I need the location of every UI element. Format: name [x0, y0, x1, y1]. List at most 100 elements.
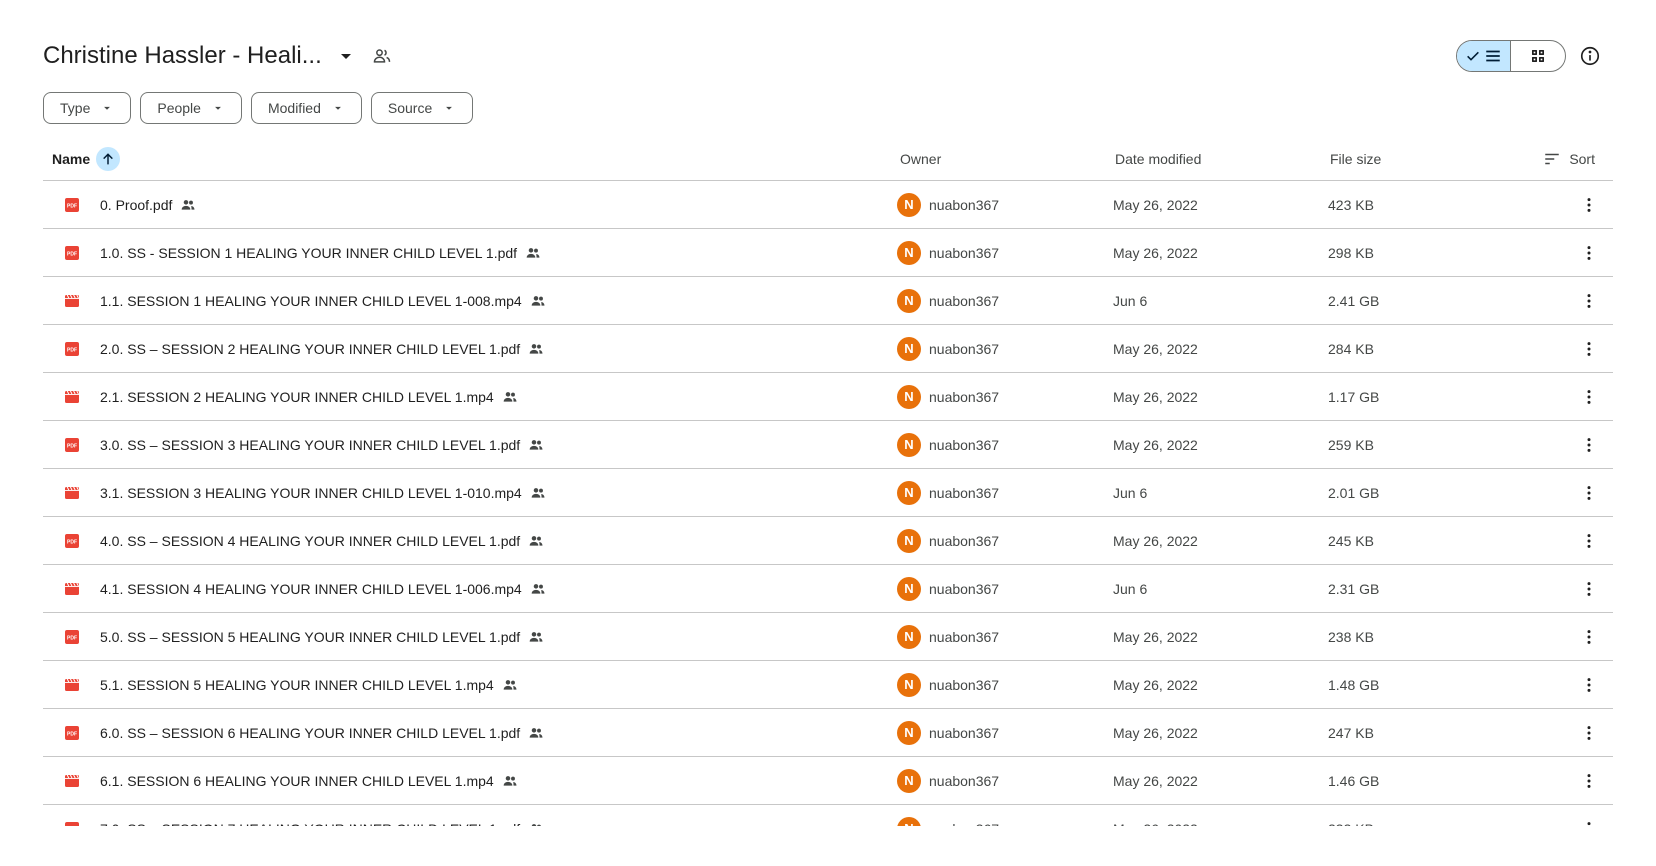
file-size-cell: 1.46 GB [1328, 772, 1380, 789]
info-icon[interactable] [1576, 42, 1604, 70]
avatar[interactable]: N [897, 528, 921, 553]
filter-modified-chip[interactable]: Modified [250, 92, 362, 124]
column-file-size-header[interactable]: File size [1330, 138, 1381, 180]
file-row[interactable]: PDF 1.0. SS - SESSION 1 HEALING YOUR INN… [43, 229, 1613, 277]
more-actions-icon[interactable] [1575, 479, 1603, 507]
owner-cell: N nuabon367 [897, 325, 999, 372]
sort-ascending-icon[interactable] [96, 147, 121, 171]
video-file-icon [64, 485, 80, 501]
filter-type-chip[interactable]: Type [43, 92, 132, 124]
date-modified-cell: May 26, 2022 [1113, 628, 1198, 645]
file-row[interactable]: PDF 6.0. SS – SESSION 6 HEALING YOUR INN… [43, 709, 1613, 757]
arrow-drop-down-icon[interactable] [334, 44, 358, 68]
more-actions-icon[interactable] [1575, 239, 1603, 267]
date-modified-cell: Jun 6 [1113, 292, 1148, 309]
avatar[interactable]: N [897, 384, 921, 409]
date-modified-cell: Jun 6 [1113, 580, 1148, 597]
file-name: 0. Proof.pdf [100, 196, 173, 213]
owner-name: nuabon367 [929, 196, 1000, 213]
pdf-file-icon: PDF [64, 725, 80, 741]
owner-cell: N nuabon367 [897, 469, 999, 516]
owner-name: nuabon367 [929, 244, 1000, 261]
filter-label: Type [60, 100, 91, 116]
file-row[interactable]: 2.1. SESSION 2 HEALING YOUR INNER CHILD … [43, 373, 1613, 421]
file-row[interactable]: PDF 0. Proof.pdf N nuabon367 May 26, 202… [43, 181, 1613, 229]
owner-name: nuabon367 [929, 292, 1000, 309]
file-row[interactable]: PDF 4.0. SS – SESSION 4 HEALING YOUR INN… [43, 517, 1613, 565]
file-row[interactable]: 1.1. SESSION 1 HEALING YOUR INNER CHILD … [43, 277, 1613, 325]
file-row[interactable]: PDF 2.0. SS – SESSION 2 HEALING YOUR INN… [43, 325, 1613, 373]
file-row[interactable]: PDF 5.0. SS – SESSION 5 HEALING YOUR INN… [43, 613, 1613, 661]
more-actions-icon[interactable] [1575, 815, 1603, 826]
avatar[interactable]: N [897, 720, 921, 745]
file-name-cell: 6.0. SS – SESSION 6 HEALING YOUR INNER C… [100, 709, 544, 756]
shared-people-icon [530, 485, 546, 501]
video-file-icon [64, 677, 80, 693]
more-actions-icon[interactable] [1575, 431, 1603, 459]
file-row[interactable]: PDF 3.0. SS – SESSION 3 HEALING YOUR INN… [43, 421, 1613, 469]
file-name-cell: 7.0. SS – SESSION 7 HEALING YOUR INNER C… [100, 805, 544, 826]
more-actions-icon[interactable] [1575, 191, 1603, 219]
file-name: 1.0. SS - SESSION 1 HEALING YOUR INNER C… [100, 244, 518, 261]
more-actions-icon[interactable] [1575, 527, 1603, 555]
more-actions-icon[interactable] [1575, 671, 1603, 699]
avatar[interactable]: N [897, 624, 921, 649]
pdf-file-icon: PDF [64, 341, 80, 357]
more-actions-icon[interactable] [1575, 383, 1603, 411]
more-actions-icon[interactable] [1575, 767, 1603, 795]
shared-people-icon [530, 293, 546, 309]
more-actions-icon[interactable] [1575, 335, 1603, 363]
owner-cell: N nuabon367 [897, 565, 999, 612]
file-row[interactable]: 4.1. SESSION 4 HEALING YOUR INNER CHILD … [43, 565, 1613, 613]
column-name-header[interactable]: Name [52, 138, 121, 180]
more-actions-icon[interactable] [1575, 575, 1603, 603]
avatar[interactable]: N [897, 768, 921, 793]
avatar[interactable]: N [897, 432, 921, 457]
pdf-file-icon: PDF [64, 629, 80, 645]
date-modified-cell: May 26, 2022 [1113, 340, 1198, 357]
svg-text:PDF: PDF [67, 443, 77, 449]
folder-title[interactable]: Christine Hassler - Heali... [43, 42, 322, 70]
sort-button[interactable]: Sort [1543, 138, 1595, 180]
list-view-button[interactable] [1457, 41, 1512, 71]
file-row[interactable]: PDF 7.0. SS – SESSION 7 HEALING YOUR INN… [43, 805, 1613, 826]
file-name-cell: 3.0. SS – SESSION 3 HEALING YOUR INNER C… [100, 421, 544, 468]
column-owner-header[interactable]: Owner [900, 138, 941, 180]
file-row[interactable]: 3.1. SESSION 3 HEALING YOUR INNER CHILD … [43, 469, 1613, 517]
avatar[interactable]: N [897, 576, 921, 601]
owner-name: nuabon367 [929, 580, 1000, 597]
file-size-cell: 245 KB [1328, 532, 1374, 549]
filter-people-chip[interactable]: People [140, 92, 242, 124]
filter-source-chip[interactable]: Source [370, 92, 474, 124]
file-name-cell: 1.1. SESSION 1 HEALING YOUR INNER CHILD … [100, 277, 546, 324]
owner-cell: N nuabon367 [897, 421, 999, 468]
shared-people-icon[interactable] [370, 44, 394, 68]
owner-name: nuabon367 [929, 340, 1000, 357]
owner-cell: N nuabon367 [897, 517, 999, 564]
more-actions-icon[interactable] [1575, 719, 1603, 747]
avatar[interactable]: N [897, 288, 921, 313]
avatar[interactable]: N [897, 240, 921, 265]
view-toggle [1456, 40, 1566, 72]
column-date-modified-header[interactable]: Date modified [1115, 138, 1201, 180]
more-actions-icon[interactable] [1575, 623, 1603, 651]
shared-people-icon [528, 725, 544, 741]
svg-text:PDF: PDF [67, 731, 77, 737]
more-actions-icon[interactable] [1575, 287, 1603, 315]
file-name-cell: 1.0. SS - SESSION 1 HEALING YOUR INNER C… [100, 229, 541, 276]
grid-view-button[interactable] [1511, 41, 1565, 71]
video-file-icon [64, 293, 80, 309]
file-row[interactable]: 5.1. SESSION 5 HEALING YOUR INNER CHILD … [43, 661, 1613, 709]
avatar[interactable]: N [897, 192, 921, 217]
shared-people-icon [502, 773, 518, 789]
avatar[interactable]: N [897, 480, 921, 505]
file-row[interactable]: 6.1. SESSION 6 HEALING YOUR INNER CHILD … [43, 757, 1613, 805]
avatar[interactable]: N [897, 336, 921, 361]
shared-people-icon [528, 629, 544, 645]
shared-people-icon [502, 389, 518, 405]
date-modified-cell: May 26, 2022 [1113, 532, 1198, 549]
avatar[interactable]: N [897, 816, 921, 826]
shared-people-icon [528, 437, 544, 453]
avatar[interactable]: N [897, 672, 921, 697]
video-file-icon [64, 389, 80, 405]
